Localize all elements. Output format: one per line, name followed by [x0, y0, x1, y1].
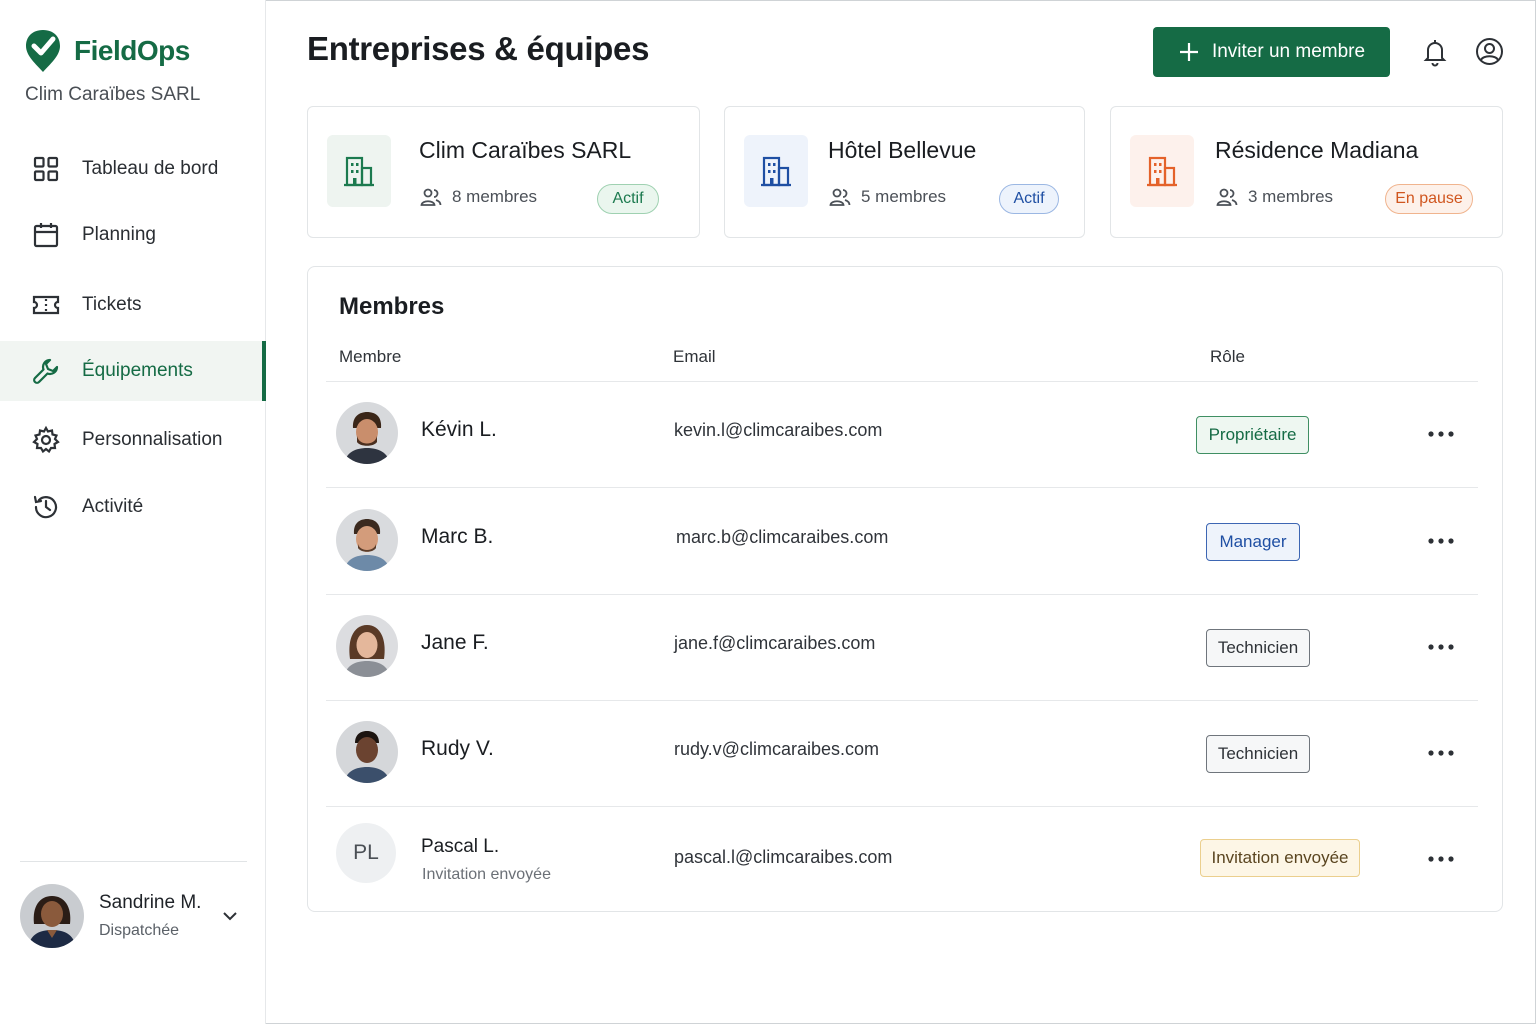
member-email: kevin.l@climcaraibes.com — [674, 420, 883, 440]
member-email: rudy.v@climcaraibes.com — [674, 739, 879, 759]
invite-member-label: Inviter un membre — [1211, 41, 1366, 62]
company-member-count: 3 membres — [1216, 187, 1333, 207]
sidebar-item-tableau-de-bord[interactable]: Tableau de bord — [0, 139, 266, 199]
ticket-icon — [30, 289, 62, 321]
organization-name: Clim Caraïbes SARL — [25, 84, 201, 105]
sidebar-item-label: Activité — [82, 496, 144, 517]
sidebar-item-label: Planning — [82, 224, 156, 245]
table-row[interactable]: PL Pascal L. Invitation envoyée pascal.l… — [326, 807, 1478, 913]
more-options-icon[interactable] — [1423, 743, 1459, 763]
avatar: PL — [336, 823, 396, 883]
company-member-count: 5 membres — [829, 187, 946, 207]
wrench-icon — [30, 355, 62, 387]
member-name: Jane F. — [421, 631, 489, 654]
history-icon — [30, 491, 62, 523]
member-name: Kévin L. — [421, 418, 497, 441]
sidebar-item-equipements[interactable]: Équipements — [0, 341, 266, 401]
table-row[interactable]: Rudy V. rudy.v@climcaraibes.com Technici… — [326, 701, 1478, 807]
company-card-hotel-bellevue[interactable]: Hôtel Bellevue 5 membres Actif — [724, 106, 1085, 238]
more-options-icon[interactable] — [1423, 424, 1459, 444]
sidebar-item-personnalisation[interactable]: Personnalisation — [0, 410, 266, 470]
member-count-text: 8 membres — [452, 187, 538, 206]
brand-name: FieldOps — [74, 35, 190, 66]
avatar — [20, 884, 84, 948]
table-row[interactable]: Marc B. marc.b@climcaraibes.com Manager — [326, 489, 1478, 595]
member-email: pascal.l@climcaraibes.com — [674, 847, 893, 867]
sidebar-item-label: Personnalisation — [82, 429, 223, 450]
building-icon — [327, 135, 391, 207]
column-header-email: Email — [673, 347, 716, 366]
brand-logo[interactable]: FieldOps — [24, 28, 190, 74]
member-name: Marc B. — [421, 525, 494, 548]
sidebar-divider — [20, 861, 247, 862]
member-name: Pascal L. — [421, 836, 500, 857]
calendar-icon — [30, 219, 62, 251]
gear-icon — [30, 424, 62, 456]
member-count-text: 5 membres — [861, 187, 947, 206]
avatar — [336, 402, 398, 464]
role-badge[interactable]: Invitation envoyée — [1200, 839, 1360, 877]
sidebar: FieldOps Clim Caraïbes SARL Tableau de b… — [0, 0, 266, 1024]
building-icon — [1130, 135, 1194, 207]
users-icon — [1216, 188, 1238, 206]
member-status: Invitation envoyée — [422, 866, 551, 883]
status-badge: Actif — [597, 184, 659, 214]
grid-icon — [30, 153, 62, 185]
checkmark-pin-icon — [26, 30, 60, 72]
avatar — [336, 615, 398, 677]
building-icon — [744, 135, 808, 207]
sidebar-item-label: Tableau de bord — [82, 158, 219, 179]
more-options-icon[interactable] — [1423, 849, 1459, 869]
company-card-residence-madiana[interactable]: Résidence Madiana 3 membres En pause — [1110, 106, 1503, 238]
page-title: Entreprises & équipes — [307, 30, 650, 67]
more-options-icon[interactable] — [1423, 531, 1459, 551]
role-badge[interactable]: Technicien — [1206, 735, 1310, 773]
role-badge[interactable]: Manager — [1206, 523, 1300, 561]
users-icon — [420, 188, 442, 206]
user-role: Dispatchée — [99, 922, 180, 939]
sidebar-item-planning[interactable]: Planning — [0, 205, 266, 265]
avatar — [336, 721, 398, 783]
member-count-text: 3 membres — [1248, 187, 1334, 206]
members-title: Membres — [339, 293, 445, 320]
row-divider — [326, 487, 1478, 488]
user-name: Sandrine M. — [99, 892, 202, 913]
table-row[interactable]: Kévin L. kevin.l@climcaraibes.com Propri… — [326, 382, 1478, 488]
account-icon[interactable] — [1475, 37, 1504, 66]
company-name: Résidence Madiana — [1215, 137, 1419, 163]
company-member-count: 8 membres — [420, 187, 537, 207]
more-options-icon[interactable] — [1423, 637, 1459, 657]
role-badge[interactable]: Technicien — [1206, 629, 1310, 667]
member-name: Rudy V. — [421, 737, 494, 760]
column-header-member: Membre — [339, 347, 402, 366]
sidebar-item-tickets[interactable]: Tickets — [0, 275, 266, 335]
chevron-down-icon — [223, 912, 237, 921]
invite-member-button[interactable]: Inviter un membre — [1153, 27, 1390, 77]
sidebar-item-activite[interactable]: Activité — [0, 477, 266, 537]
users-icon — [829, 188, 851, 206]
member-email: marc.b@climcaraibes.com — [676, 527, 889, 547]
sidebar-item-label: Équipements — [82, 360, 193, 381]
sidebar-item-label: Tickets — [82, 294, 142, 315]
member-email: jane.f@climcaraibes.com — [674, 633, 876, 653]
status-badge: Actif — [999, 184, 1059, 214]
company-card-clim-caraibes[interactable]: Clim Caraïbes SARL 8 membres Actif — [307, 106, 700, 238]
members-panel: Membres Membre Email Rôle Kévin L. kevin… — [307, 266, 1503, 912]
bell-icon[interactable] — [1421, 37, 1449, 67]
role-badge[interactable]: Propriétaire — [1196, 416, 1309, 454]
table-row[interactable]: Jane F. jane.f@climcaraibes.com Technici… — [326, 595, 1478, 701]
avatar — [336, 509, 398, 571]
company-name: Clim Caraïbes SARL — [419, 137, 632, 163]
current-user-menu[interactable]: Sandrine M. Dispatchée — [20, 880, 250, 952]
company-name: Hôtel Bellevue — [828, 137, 977, 163]
column-header-role: Rôle — [1210, 347, 1245, 366]
status-badge: En pause — [1385, 184, 1473, 214]
plus-icon — [1179, 43, 1198, 61]
